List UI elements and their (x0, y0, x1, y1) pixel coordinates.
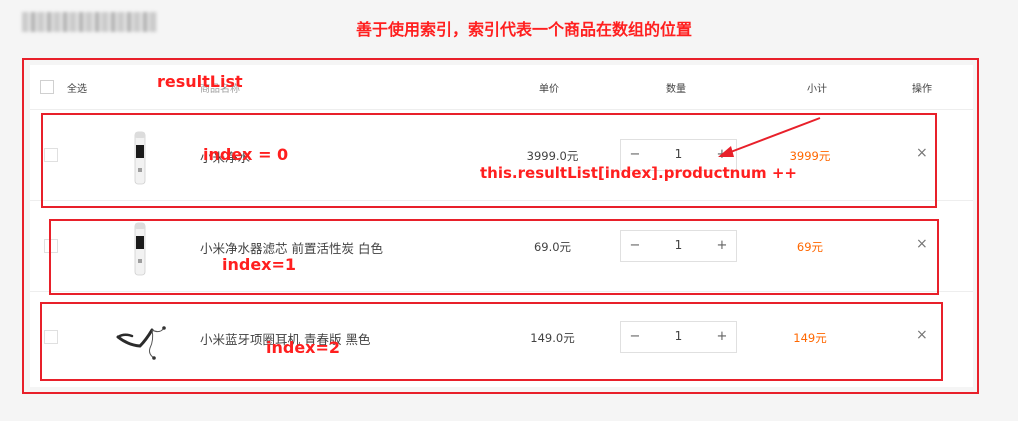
water-filter-icon[interactable] (110, 128, 170, 186)
delete-icon[interactable]: × (916, 236, 928, 252)
product-subtotal: 149元 (793, 331, 827, 345)
increase-button[interactable]: + (712, 147, 732, 162)
product-subtotal: 69元 (796, 240, 824, 254)
select-all-checkbox[interactable] (40, 80, 54, 94)
annotation-result-list: resultList (157, 72, 243, 91)
quantity-value[interactable]: 1 (661, 238, 696, 252)
decrease-button[interactable]: − (625, 329, 645, 344)
table-row: 小米蓝牙项圈耳机 青春版 黑色 149.0元 − 1 + 149元 × (30, 291, 973, 381)
product-price: 149.0元 (530, 331, 575, 345)
row-checkbox[interactable] (44, 330, 58, 344)
quantity-value[interactable]: 1 (661, 147, 696, 161)
product-price: 3999.0元 (526, 149, 579, 163)
row-checkbox[interactable] (44, 148, 58, 162)
quantity-value[interactable]: 1 (661, 329, 696, 343)
actions-header: 操作 (912, 84, 932, 95)
table-row: 小米净水 3999.0元 − 1 + 3999元 × (30, 109, 973, 199)
annotation-index-2: index=2 (266, 338, 341, 357)
annotation-arrow-note: this.resultList[index].productnum ++ (480, 164, 797, 182)
annotation-index-1: index=1 (222, 255, 297, 274)
quantity-stepper: − 1 + (620, 230, 737, 262)
quantity-stepper: − 1 + (620, 321, 737, 353)
decrease-button[interactable]: − (625, 147, 645, 162)
delete-icon[interactable]: × (916, 145, 928, 161)
decrease-button[interactable]: − (625, 238, 645, 253)
water-filter-icon[interactable] (110, 219, 170, 277)
blurred-logo (22, 12, 157, 32)
select-all-label[interactable]: 全选 (67, 80, 87, 95)
cart-table: 全选 商品名称 单价 数量 小计 操作 小米净水 3999.0元 − 1 + 3… (30, 65, 973, 387)
neckband-earphone-icon[interactable] (110, 310, 170, 368)
row-checkbox[interactable] (44, 239, 58, 253)
increase-button[interactable]: + (712, 238, 732, 253)
unit-price-header: 单价 (539, 84, 559, 95)
table-row: 小米净水器滤芯 前置活性炭 白色 69.0元 − 1 + 69元 × (30, 200, 973, 290)
annotation-top-note: 善于使用索引，索引代表一个商品在数组的位置 (356, 20, 693, 39)
annotation-index-0: index = 0 (203, 145, 289, 164)
product-subtotal: 3999元 (789, 149, 831, 163)
quantity-header: 数量 (666, 84, 686, 95)
product-price: 69.0元 (533, 240, 572, 254)
increase-button[interactable]: + (712, 329, 732, 344)
delete-icon[interactable]: × (916, 327, 928, 343)
subtotal-header: 小计 (807, 84, 827, 95)
